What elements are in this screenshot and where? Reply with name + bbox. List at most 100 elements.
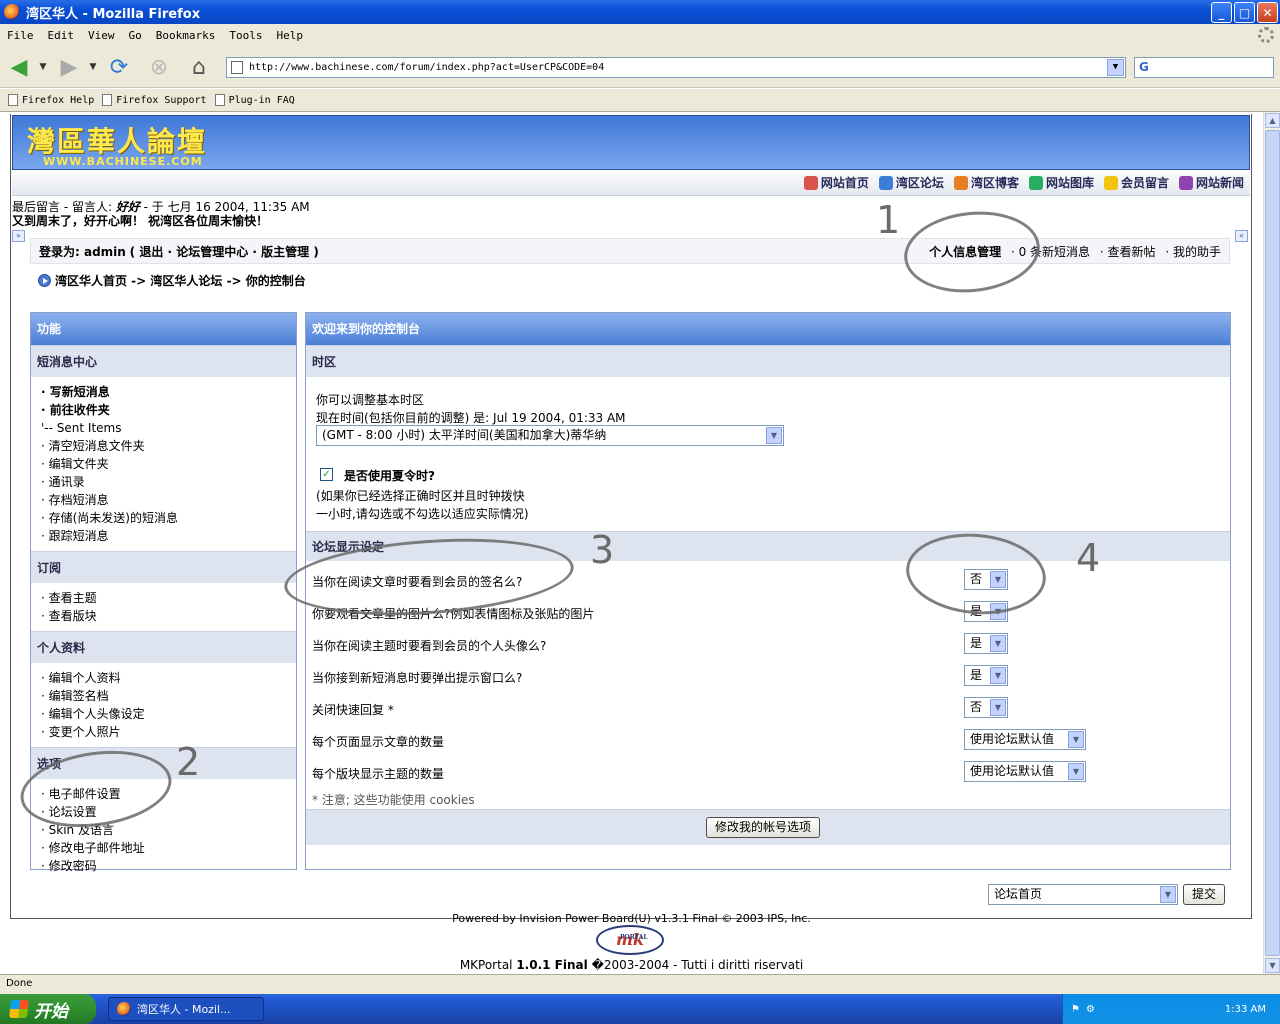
menu-change-email[interactable]: · 修改电子邮件地址	[41, 839, 296, 857]
page-viewport: 灣區華人論壇 WWW.BACHINESE.COM 网站首页 湾区论坛 湾区博客 …	[0, 112, 1263, 974]
reload-icon[interactable]: ⟳	[106, 54, 132, 80]
google-icon: G	[1139, 60, 1149, 74]
user-links[interactable]: ( 退出 · 论坛管理中心 · 版主管理 )	[130, 245, 319, 259]
back-icon[interactable]: ◀	[6, 54, 32, 80]
menu-view-topics[interactable]: · 查看主题	[41, 589, 296, 607]
breadcrumb-text[interactable]: 湾区华人首页 -> 湾区华人论坛 -> 你的控制台	[55, 272, 306, 289]
firefox-icon	[117, 1002, 131, 1016]
url-dropdown-icon[interactable]: ▼	[1107, 59, 1124, 76]
annotation-number-1: 1	[876, 198, 901, 242]
copyright-version: 1.0.1 Final	[516, 958, 588, 972]
assistant-link[interactable]: · 我的助手	[1165, 245, 1221, 259]
setting-quickreply-select[interactable]: 否 ▼	[964, 697, 1008, 718]
maximize-button[interactable]: □	[1234, 2, 1255, 23]
window-title: 湾区华人 - Mozilla Firefox	[26, 6, 201, 22]
menu-tools[interactable]: Tools	[222, 29, 269, 42]
timezone-select[interactable]: (GMT - 8:00 小时) 太平洋时间(美国和加拿大)蒂华纳 ▼	[316, 425, 784, 446]
menu-file[interactable]: File	[0, 29, 41, 42]
bookmarks-toolbar: Firefox Help Firefox Support Plug-in FAQ	[0, 89, 1280, 112]
nav-label: 网站新闻	[1195, 176, 1244, 190]
nav-guestbook[interactable]: 会员留言	[1103, 174, 1169, 191]
taskbar-firefox-item[interactable]: 湾区华人 - Mozil...	[108, 997, 264, 1021]
sidebar-expand-left-icon[interactable]: »	[12, 230, 25, 242]
scroll-down-icon[interactable]: ▼	[1265, 958, 1280, 973]
page-scrollbar[interactable]: ▲ ▼	[1263, 112, 1280, 974]
menu-edit-folders[interactable]: · 编辑文件夹	[41, 455, 296, 473]
chevron-down-icon: ▼	[990, 699, 1006, 716]
bookmark-plugin-faq[interactable]: Plug-in FAQ	[214, 94, 295, 106]
setting-popup-select[interactable]: 是 ▼	[964, 665, 1008, 686]
site-logo[interactable]: 灣區華人論壇	[27, 120, 207, 160]
nav-forum[interactable]: 湾区论坛	[878, 174, 944, 191]
forward-icon[interactable]: ▶	[56, 54, 82, 80]
setting-avatar-select[interactable]: 是 ▼	[964, 633, 1008, 654]
menu-archive-pm[interactable]: · 存档短消息	[41, 491, 296, 509]
menu-bookmarks[interactable]: Bookmarks	[149, 29, 223, 42]
menu-edit[interactable]: Edit	[41, 29, 82, 42]
menu-view-forums[interactable]: · 查看版块	[41, 607, 296, 625]
powered-by[interactable]: Powered by Invision Power Board(U) v1.3.…	[0, 912, 1263, 925]
back-dropdown-icon[interactable]: ▼	[36, 54, 50, 80]
forward-dropdown-icon[interactable]: ▼	[86, 54, 100, 80]
submit-button[interactable]: 修改我的帐号选项	[706, 817, 821, 838]
nav-gallery[interactable]: 网站图库	[1028, 174, 1094, 191]
new-posts-link[interactable]: · 查看新帖	[1100, 245, 1156, 259]
news-nav-icon	[1178, 175, 1193, 190]
mkportal-logo[interactable]: PORTAL mk	[596, 925, 664, 955]
menu-change-photo[interactable]: · 变更个人照片	[41, 723, 296, 741]
nav-label: 会员留言	[1120, 176, 1169, 190]
minimize-button[interactable]: _	[1211, 2, 1232, 23]
menu-contacts[interactable]: · 通讯录	[41, 473, 296, 491]
setting-popup-label: 当你接到新短消息时要弹出提示窗口么?	[312, 671, 523, 685]
sidebar-expand-right-icon[interactable]: «	[1235, 230, 1248, 242]
menu-compose-pm[interactable]: · 写新短消息	[41, 383, 296, 401]
stop-icon[interactable]: ⊗	[146, 54, 172, 80]
menu-help[interactable]: Help	[269, 29, 310, 42]
dst-checkbox[interactable]: ✓	[320, 468, 333, 481]
menu-edit-avatar[interactable]: · 编辑个人头像设定	[41, 705, 296, 723]
scroll-thumb[interactable]	[1265, 130, 1280, 956]
setting-value: 否	[970, 700, 983, 714]
bookmark-firefox-support[interactable]: Firefox Support	[102, 94, 207, 106]
status-bar: Done	[0, 974, 1280, 994]
last-msg-author: 好好	[115, 200, 140, 214]
username-link[interactable]: admin	[84, 245, 126, 259]
menu-view[interactable]: View	[81, 29, 122, 42]
forum-jump-button[interactable]: 提交	[1183, 884, 1226, 905]
scroll-up-icon[interactable]: ▲	[1265, 113, 1280, 128]
menu-saved-pm[interactable]: · 存储(尚未发送)的短消息	[41, 509, 296, 527]
bookmark-firefox-help[interactable]: Firefox Help	[8, 94, 94, 106]
search-input[interactable]: G	[1134, 57, 1274, 78]
home-icon[interactable]: ⌂	[186, 54, 212, 80]
clock[interactable]: 1:33 AM	[1225, 1004, 1266, 1015]
nav-blog[interactable]: 湾区博客	[953, 174, 1019, 191]
menu-go[interactable]: Go	[122, 29, 149, 42]
start-button[interactable]: 开始	[0, 994, 96, 1024]
nav-home[interactable]: 网站首页	[803, 174, 869, 191]
dst-label: 是否使用夏令时?	[344, 469, 435, 483]
menu-change-password[interactable]: · 修改密码	[41, 857, 296, 875]
tray-icons[interactable]: ⚑⚙	[1071, 1004, 1101, 1015]
menu-track-pm[interactable]: · 跟踪短消息	[41, 527, 296, 545]
nav-news[interactable]: 网站新闻	[1178, 174, 1244, 191]
section-profile: 个人资料	[31, 631, 296, 663]
start-label: 开始	[34, 1001, 68, 1022]
forum-jump-select[interactable]: 论坛首页 ▼	[988, 884, 1178, 905]
menu-edit-profile[interactable]: · 编辑个人资料	[41, 669, 296, 687]
blog-nav-icon	[953, 175, 968, 190]
menu-sent-items[interactable]: '-- Sent Items	[41, 419, 296, 437]
menu-inbox[interactable]: · 前往收件夹	[41, 401, 296, 419]
url-input[interactable]: http://www.bachinese.com/forum/index.php…	[226, 57, 1126, 78]
last-msg-time: - 于 七月 16 2004, 11:35 AM	[139, 200, 310, 214]
copyright: MKPortal 1.0.1 Final �2003-2004 - Tutti …	[0, 958, 1263, 972]
setting-topics-per-page-select[interactable]: 使用论坛默认值 ▼	[964, 761, 1086, 782]
breadcrumb-arrow-icon	[38, 274, 51, 287]
gallery-nav-icon	[1028, 175, 1043, 190]
firefox-icon	[4, 4, 20, 20]
setting-value: 是	[970, 668, 983, 682]
setting-posts-per-page-select[interactable]: 使用论坛默认值 ▼	[964, 729, 1086, 750]
nav-label: 网站图库	[1045, 176, 1094, 190]
menu-edit-signature[interactable]: · 编辑签名档	[41, 687, 296, 705]
close-button[interactable]: ✕	[1257, 2, 1278, 23]
menu-empty-folders[interactable]: · 清空短消息文件夹	[41, 437, 296, 455]
